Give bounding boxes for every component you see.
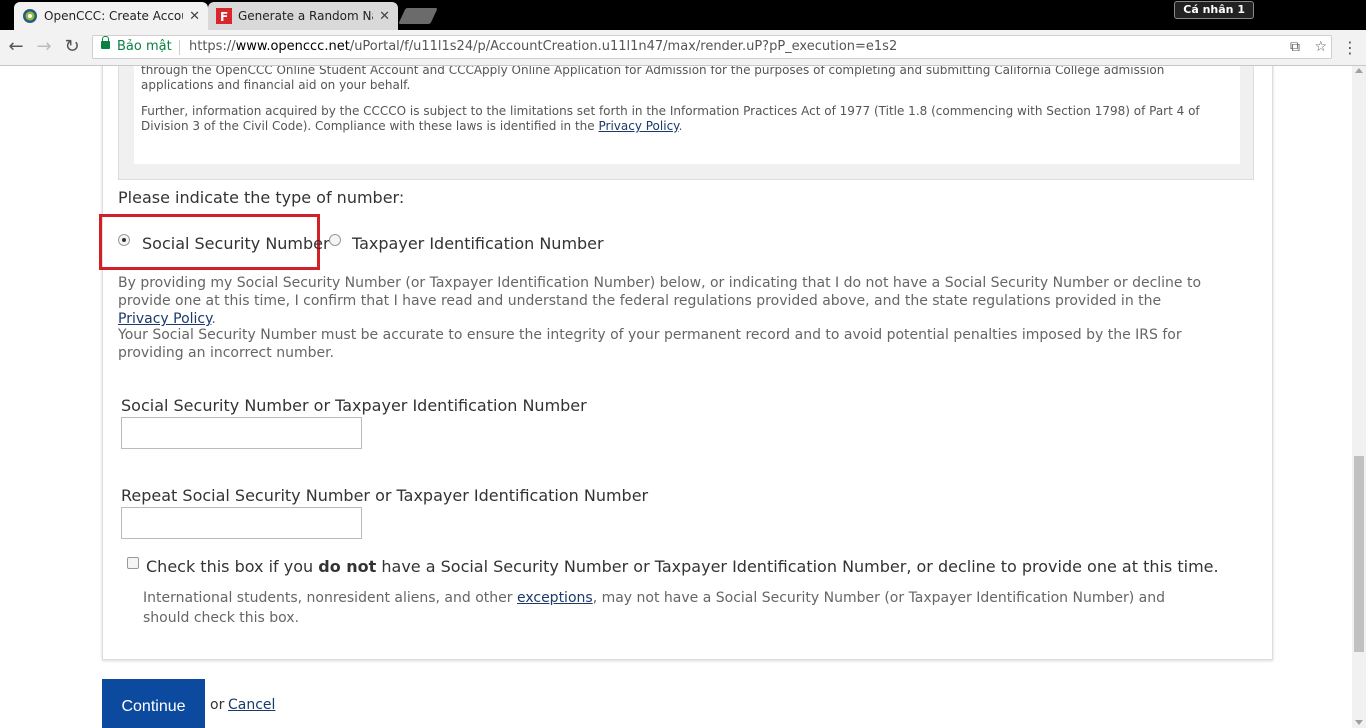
ssn-radio[interactable] xyxy=(118,234,130,246)
tin-radio[interactable] xyxy=(329,234,341,246)
accuracy-note: Your Social Security Number must be accu… xyxy=(118,327,1182,361)
tab-strip: OpenCCC: Create Accour ✕ F Generate a Ra… xyxy=(0,0,1366,30)
legal-paragraph: Further, information acquired by the CCC… xyxy=(141,104,1200,133)
secure-label: Bảo mật xyxy=(117,39,172,54)
back-arrow-icon[interactable]: ← xyxy=(6,37,26,57)
vertical-scrollbar[interactable] xyxy=(1352,66,1366,728)
profile-button[interactable]: Cá nhân 1 xyxy=(1174,1,1254,19)
international-note: International students, nonresident alie… xyxy=(143,590,1165,626)
exceptions-link[interactable]: exceptions xyxy=(517,590,593,606)
browser-toolbar: ← → ↻ Bảo mật https://www.openccc.net/uP… xyxy=(0,30,1366,66)
privacy-policy-link[interactable]: Privacy Policy xyxy=(118,311,211,327)
new-tab-button[interactable] xyxy=(398,8,438,24)
repeat-ssn-field-label: Repeat Social Security Number or Taxpaye… xyxy=(121,486,649,505)
tab-title: OpenCCC: Create Accour xyxy=(44,9,184,23)
tab-title: Generate a Random Nam xyxy=(238,9,373,23)
close-icon[interactable]: ✕ xyxy=(189,9,200,24)
tab-random-name[interactable]: F Generate a Random Nam ✕ xyxy=(208,2,398,30)
continue-button[interactable]: Continue xyxy=(102,679,205,728)
address-bar[interactable]: Bảo mật https://www.openccc.net/uPortal/… xyxy=(92,35,1332,59)
repeat-ssn-input[interactable] xyxy=(121,507,362,539)
or-text: or xyxy=(210,697,225,713)
number-type-label: Please indicate the type of number: xyxy=(118,188,405,207)
ssn-radio-label[interactable]: Social Security Number xyxy=(142,234,330,253)
legal-text-panel[interactable]: In addition, California Education Code s… xyxy=(134,66,1240,164)
divider xyxy=(179,40,180,55)
close-icon[interactable]: ✕ xyxy=(379,9,390,24)
consent-text: By providing my Social Security Number (… xyxy=(118,275,1202,327)
page-content: In addition, California Education Code s… xyxy=(0,66,1352,728)
reload-icon[interactable]: ↻ xyxy=(62,37,82,57)
scroll-up-arrow-icon[interactable] xyxy=(1355,68,1363,73)
no-ssn-checkbox-label[interactable]: Check this box if you do not have a Soci… xyxy=(146,557,1219,576)
lock-icon xyxy=(101,36,110,49)
tab-openccc[interactable]: OpenCCC: Create Accour ✕ xyxy=(14,2,208,30)
menu-icon[interactable]: ⋮ xyxy=(1342,38,1358,57)
scroll-down-arrow-icon[interactable] xyxy=(1355,720,1363,725)
ssn-field-label: Social Security Number or Taxpayer Ident… xyxy=(121,396,587,415)
svg-text:F: F xyxy=(220,10,228,24)
forward-arrow-icon[interactable]: → xyxy=(34,37,54,57)
cancel-link[interactable]: Cancel xyxy=(228,697,275,713)
scrollbar-thumb[interactable] xyxy=(1354,456,1364,652)
privacy-policy-link[interactable]: Privacy Policy xyxy=(598,119,678,133)
star-icon[interactable]: ☆ xyxy=(1314,39,1327,55)
url-text: https://www.openccc.net/uPortal/f/u11l1s… xyxy=(189,39,898,54)
fake-name-generator-icon: F xyxy=(216,8,232,24)
ssn-input[interactable] xyxy=(121,417,362,449)
openccc-logo-icon xyxy=(23,9,37,23)
legal-paragraph: In addition, California Education Code s… xyxy=(141,66,1165,92)
translate-icon[interactable]: ⧉ xyxy=(1290,39,1300,55)
tin-radio-label[interactable]: Taxpayer Identification Number xyxy=(352,234,604,253)
no-ssn-checkbox[interactable] xyxy=(127,557,139,569)
